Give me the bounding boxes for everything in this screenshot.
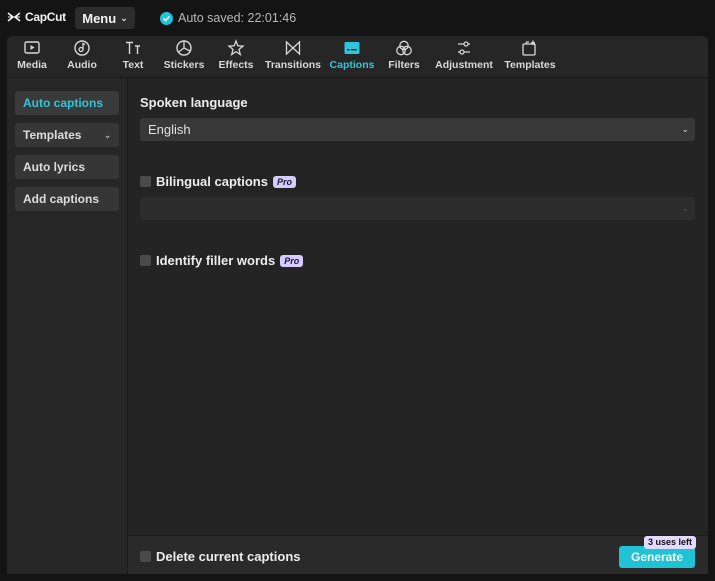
uses-left-badge: 3 uses left bbox=[644, 536, 697, 549]
filler-words-checkbox[interactable] bbox=[140, 255, 151, 266]
captions-footer: Delete current captions Generate 3 uses … bbox=[128, 535, 708, 574]
sidebar-item-templates[interactable]: Templates ⌄ bbox=[15, 123, 119, 147]
chevron-down-icon: ⌄ bbox=[681, 203, 689, 213]
chevron-down-icon: ⌄ bbox=[104, 130, 111, 140]
tab-audio[interactable]: Audio bbox=[64, 39, 100, 75]
audio-icon bbox=[74, 40, 90, 56]
filler-words-row: Identify filler words Pro bbox=[140, 253, 304, 268]
delete-captions-checkbox[interactable] bbox=[140, 551, 151, 562]
tab-templates[interactable]: Templates bbox=[502, 39, 558, 75]
spoken-language-value: English bbox=[148, 122, 191, 137]
adjustment-icon bbox=[458, 41, 470, 55]
autosave-status: Auto saved: 22:01:46 bbox=[160, 11, 296, 25]
bilingual-language-select: ⌄ bbox=[140, 197, 695, 220]
sidebar-item-label: Auto captions bbox=[23, 96, 103, 110]
chevron-down-icon: ⌄ bbox=[120, 12, 128, 23]
bilingual-captions-checkbox[interactable] bbox=[140, 176, 151, 187]
stickers-icon bbox=[176, 40, 192, 56]
bilingual-captions-label: Bilingual captions bbox=[156, 174, 268, 189]
media-icon bbox=[24, 41, 40, 54]
sidebar-item-auto-captions[interactable]: Auto captions bbox=[15, 91, 119, 115]
delete-captions-label: Delete current captions bbox=[156, 549, 301, 564]
tab-media[interactable]: Media bbox=[14, 39, 50, 75]
app-name: CapCut bbox=[25, 10, 66, 24]
effects-icon bbox=[227, 39, 245, 56]
sidebar-item-label: Add captions bbox=[23, 192, 100, 206]
captions-sidebar: Auto captions Templates ⌄ Auto lyrics Ad… bbox=[7, 78, 128, 574]
tab-transitions[interactable]: Transitions bbox=[265, 39, 321, 75]
transitions-icon bbox=[285, 40, 301, 56]
delete-captions-row: Delete current captions bbox=[140, 549, 301, 564]
sidebar-item-label: Templates bbox=[23, 128, 82, 142]
bilingual-captions-row: Bilingual captions Pro bbox=[140, 174, 296, 189]
pro-badge: Pro bbox=[272, 175, 296, 188]
filters-icon bbox=[396, 40, 412, 56]
spoken-language-select[interactable]: English ⌄ bbox=[140, 118, 695, 141]
tab-filters[interactable]: Filters bbox=[386, 39, 422, 75]
tab-stickers[interactable]: Stickers bbox=[162, 39, 206, 75]
sidebar-item-add-captions[interactable]: Add captions bbox=[15, 187, 119, 211]
spoken-language-label: Spoken language bbox=[140, 95, 248, 110]
sidebar-item-label: Auto lyrics bbox=[23, 160, 86, 174]
captions-icon bbox=[344, 42, 360, 54]
capcut-logo-icon bbox=[7, 12, 21, 22]
top-bar: CapCut Menu ⌄ Auto saved: 22:01:46 bbox=[0, 0, 715, 36]
sidebar-item-auto-lyrics[interactable]: Auto lyrics bbox=[15, 155, 119, 179]
editor-panel: Media Audio Text Stickers Effects Transi… bbox=[7, 36, 708, 574]
tab-adjustment[interactable]: Adjustment bbox=[434, 39, 494, 75]
generate-button[interactable]: Generate bbox=[619, 546, 695, 568]
capcut-logo: CapCut bbox=[7, 10, 66, 24]
templates-icon bbox=[522, 40, 536, 56]
media-toolbar: Media Audio Text Stickers Effects Transi… bbox=[7, 36, 708, 78]
tab-effects[interactable]: Effects bbox=[216, 39, 256, 75]
check-circle-icon bbox=[160, 11, 173, 25]
tab-text[interactable]: Text bbox=[117, 39, 149, 75]
text-icon bbox=[126, 41, 140, 54]
auto-captions-panel: Spoken language English ⌄ Bilingual capt… bbox=[128, 78, 708, 574]
pro-badge: Pro bbox=[280, 254, 304, 267]
chevron-down-icon: ⌄ bbox=[681, 124, 689, 134]
filler-words-label: Identify filler words bbox=[156, 253, 276, 268]
menu-label: Menu bbox=[82, 10, 117, 26]
tab-captions[interactable]: Captions bbox=[329, 39, 375, 75]
autosave-text: Auto saved: 22:01:46 bbox=[178, 11, 297, 25]
menu-button[interactable]: Menu ⌄ bbox=[75, 7, 135, 29]
